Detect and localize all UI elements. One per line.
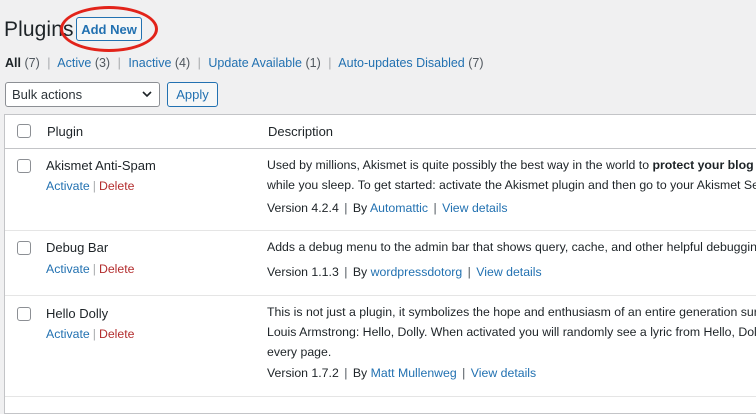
filter-update-available[interactable]: Update Available	[208, 56, 302, 70]
view-details-link[interactable]: View details	[471, 366, 536, 380]
author-link[interactable]: Automattic	[370, 201, 428, 215]
plugin-name: Akismet Anti-Spam	[46, 158, 156, 173]
author-link[interactable]: Matt Mullenweg	[371, 366, 457, 380]
filter-separator: |	[197, 56, 201, 70]
view-details-link[interactable]: View details	[476, 265, 541, 279]
view-details-link[interactable]: View details	[442, 201, 507, 215]
plugin-description: Used by millions, Akismet is quite possi…	[267, 158, 756, 192]
table-header: Plugin Description	[5, 115, 756, 149]
column-header-description: Description	[268, 124, 334, 139]
chevron-down-icon	[142, 91, 152, 98]
add-new-button[interactable]: Add New	[76, 17, 142, 41]
plugin-meta: Version 4.2.4 | By Automattic | View det…	[267, 201, 508, 215]
plugin-description: Adds a debug menu to the admin bar that …	[267, 240, 756, 254]
column-header-plugin: Plugin	[47, 124, 84, 139]
author-link[interactable]: wordpressdotorg	[371, 265, 463, 279]
plugin-name: Debug Bar	[46, 240, 109, 255]
bulk-actions-value: Bulk actions	[12, 87, 83, 102]
row-actions: Activate | Delete	[46, 179, 135, 193]
plugin-version: Version 4.2.4	[267, 201, 339, 215]
row-actions: Activate | Delete	[46, 327, 135, 341]
bulk-actions-select[interactable]: Bulk actions	[5, 82, 160, 107]
activate-link[interactable]: Activate	[46, 179, 90, 193]
table-row: Akismet Anti-Spam Activate | Delete Used b…	[5, 149, 756, 231]
filter-inactive-count: (4)	[174, 56, 191, 70]
activate-link[interactable]: Activate	[46, 327, 90, 341]
action-separator: |	[92, 327, 96, 341]
plugin-description: This is not just a plugin, it symbolizes…	[267, 305, 756, 359]
row-checkbox[interactable]	[17, 241, 31, 255]
action-separator: |	[92, 262, 96, 276]
filter-separator: |	[117, 56, 121, 70]
apply-button[interactable]: Apply	[167, 82, 218, 107]
page-header: Plugins	[4, 14, 74, 46]
plugin-name: Hello Dolly	[46, 306, 109, 321]
delete-link[interactable]: Delete	[99, 327, 135, 341]
row-checkbox[interactable]	[17, 307, 31, 321]
filter-all-count: (7)	[24, 56, 40, 70]
filter-update-count: (1)	[305, 56, 321, 70]
filter-auto-updates-disabled[interactable]: Auto-updates Disabled	[338, 56, 464, 70]
page-title: Plugins	[4, 18, 74, 41]
plugins-table: Plugin Description Akismet Anti-Spam Act…	[4, 114, 756, 414]
plugin-meta: Version 1.1.3 | By wordpressdotorg | Vie…	[267, 265, 542, 279]
table-row: Hello Dolly Activate | Delete This is not …	[5, 296, 756, 397]
delete-link[interactable]: Delete	[99, 179, 135, 193]
table-row: Debug Bar Activate | Delete Adds a debug m…	[5, 231, 756, 296]
plugin-version: Version 1.7.2	[267, 366, 339, 380]
filter-active[interactable]: Active	[57, 56, 91, 70]
filter-separator: |	[47, 56, 51, 70]
action-separator: |	[92, 179, 96, 193]
plugin-status-filters: All (7) | Active (3) | Inactive (4) | Up…	[5, 56, 484, 70]
activate-link[interactable]: Activate	[46, 262, 90, 276]
filter-auto-updates-count: (7)	[468, 56, 484, 70]
plugin-version: Version 1.1.3	[267, 265, 339, 279]
delete-link[interactable]: Delete	[99, 262, 135, 276]
row-actions: Activate | Delete	[46, 262, 135, 276]
filter-inactive[interactable]: Inactive	[128, 56, 171, 70]
filter-all[interactable]: All	[5, 56, 21, 70]
filter-separator: |	[328, 56, 332, 70]
filter-active-count: (3)	[94, 56, 111, 70]
row-checkbox[interactable]	[17, 159, 31, 173]
plugin-meta: Version 1.7.2 | By Matt Mullenweg | View…	[267, 366, 537, 380]
select-all-checkbox[interactable]	[17, 124, 31, 138]
